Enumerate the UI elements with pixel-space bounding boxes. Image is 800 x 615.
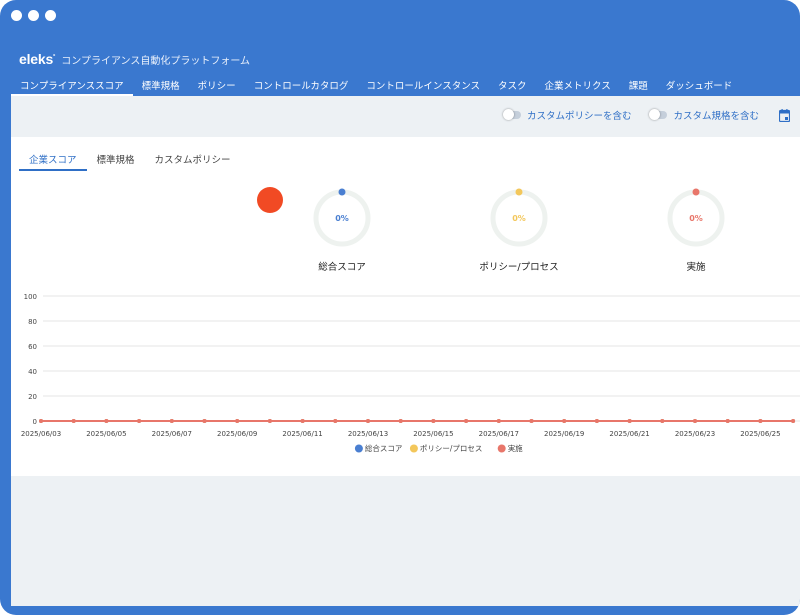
y-tick-label: 0 [33,418,37,426]
data-point [562,419,567,423]
main-content: カスタムポリシーを含む カスタム規格を含む 企業スコア 標準規格 カスタムポリシ… [11,96,800,606]
data-point [169,419,174,423]
custom-policy-toggle-label: カスタムポリシーを含む [526,111,632,122]
gauge-policy-process: 0% ポリシー/プロセス [479,187,559,273]
score-subtabs: 企業スコア 標準規格 カスタムポリシー [19,147,241,171]
window-minimize-button[interactable] [28,10,39,21]
data-point [235,419,240,423]
legend-label: 実施 [508,443,523,453]
y-tick-label: 100 [24,293,37,301]
data-point [333,419,338,423]
nav-tab-control-catalog[interactable]: コントロールカタログ [245,72,358,96]
score-panel: 企業スコア 標準規格 カスタムポリシー 0% 総合スコア 0% ポリシー/プロセ… [11,137,800,476]
data-point [267,419,272,423]
app-title: コンプライアンス自動化プラットフォーム [61,56,251,67]
x-tick-label: 2025/06/23 [675,430,715,438]
custom-standard-toggle-label: カスタム規格を含む [673,111,759,122]
gauge-label: 総合スコア [318,262,366,273]
main-nav: コンプライアンススコア 標準規格 ポリシー コントロールカタログ コントロールイ… [11,72,741,96]
score-trend-chart: 0 20 40 60 80 100 2025/06/03 2025/06/05 2025/06/… [21,293,800,453]
toggle-switch[interactable] [502,109,521,120]
brand: eleks° コンプライアンス自動化プラットフォーム [19,51,250,67]
x-tick-label: 2025/06/03 [21,430,61,438]
nav-tab-policies[interactable]: ポリシー [189,72,245,96]
gauge-ring: 0% [490,188,548,247]
data-point [627,419,632,423]
x-tick-label: 2025/06/25 [740,430,780,438]
data-point [791,419,796,423]
custom-policy-toggle[interactable]: カスタムポリシーを含む [502,108,632,122]
subtab-custom-policies[interactable]: カスタムポリシー [145,147,241,171]
nav-tab-compliance-score[interactable]: コンプライアンススコア [11,72,133,96]
window-maximize-button[interactable] [45,10,56,21]
data-point [529,419,534,423]
gauge-marker [338,188,346,196]
custom-standard-toggle[interactable]: カスタム規格を含む [649,108,759,122]
gauge-ring: 0% [313,188,371,247]
gauge-overall-score: 0% 総合スコア [302,187,382,273]
y-tick-label: 40 [28,368,37,376]
data-point [398,419,403,423]
data-point [496,419,501,423]
nav-tab-issues[interactable]: 課題 [620,72,657,96]
legend-marker [409,444,418,453]
app-window: eleks° コンプライアンス自動化プラットフォーム コンプライアンススコア 標… [0,0,800,615]
gauge-value: 0% [335,214,349,223]
data-point [464,419,469,423]
data-point [693,419,697,423]
data-point [431,419,436,423]
gauge-value: 0% [512,214,526,223]
x-tick-label: 2025/06/17 [479,430,519,438]
x-tick-label: 2025/06/05 [86,430,126,438]
x-tick-label: 2025/06/11 [282,430,322,438]
calendar-icon[interactable] [779,108,790,122]
data-point [300,419,305,423]
data-point [366,419,370,423]
window-close-button[interactable] [11,10,22,21]
nav-tab-tasks[interactable]: タスク [489,72,536,96]
data-point [71,419,76,423]
nav-tab-control-instances[interactable]: コントロールインスタンス [357,72,489,96]
window-controls [11,10,56,21]
subtab-standards[interactable]: 標準規格 [87,147,145,171]
x-tick-label: 2025/06/21 [609,430,649,438]
toggle-switch[interactable] [649,109,668,120]
gauge-label: 実施 [686,262,706,273]
data-point [725,419,730,423]
legend-label: ポリシー/プロセス [420,444,483,453]
x-tick-label: 2025/06/15 [413,430,453,438]
gauge-marker [515,188,523,196]
data-point [202,419,207,423]
gauge-implementation: 0% 実施 [656,187,736,273]
gauge-value: 0% [689,214,703,223]
data-point [39,419,43,423]
legend-marker [497,444,506,453]
x-tick-label: 2025/06/19 [544,430,584,438]
gauge-ring: 0% [667,188,725,247]
data-point [594,419,599,423]
x-tick-label: 2025/06/09 [217,430,257,438]
x-tick-label: 2025/06/07 [152,430,192,438]
toolbar: カスタムポリシーを含む カスタム規格を含む [502,108,790,122]
legend-label: 総合スコア [365,443,403,453]
nav-tab-standards[interactable]: 標準規格 [133,72,189,96]
nav-tab-company-metrics[interactable]: 企業メトリクス [536,72,620,96]
y-tick-label: 60 [28,343,37,351]
nav-tab-dashboard[interactable]: ダッシュボード [657,72,742,96]
data-point [660,419,665,423]
gauge-label: ポリシー/プロセス [479,262,559,273]
y-tick-label: 20 [28,393,37,401]
gauge-marker [692,188,700,196]
legend-marker [354,444,363,453]
data-point [758,419,763,423]
x-tick-label: 2025/06/13 [348,430,388,438]
status-indicator-dot [257,187,283,213]
data-point [137,419,142,423]
y-tick-label: 80 [28,318,37,326]
data-point [104,419,109,423]
subtab-company-score[interactable]: 企業スコア [19,147,87,171]
eleks-logo[interactable]: eleks° [19,51,55,67]
